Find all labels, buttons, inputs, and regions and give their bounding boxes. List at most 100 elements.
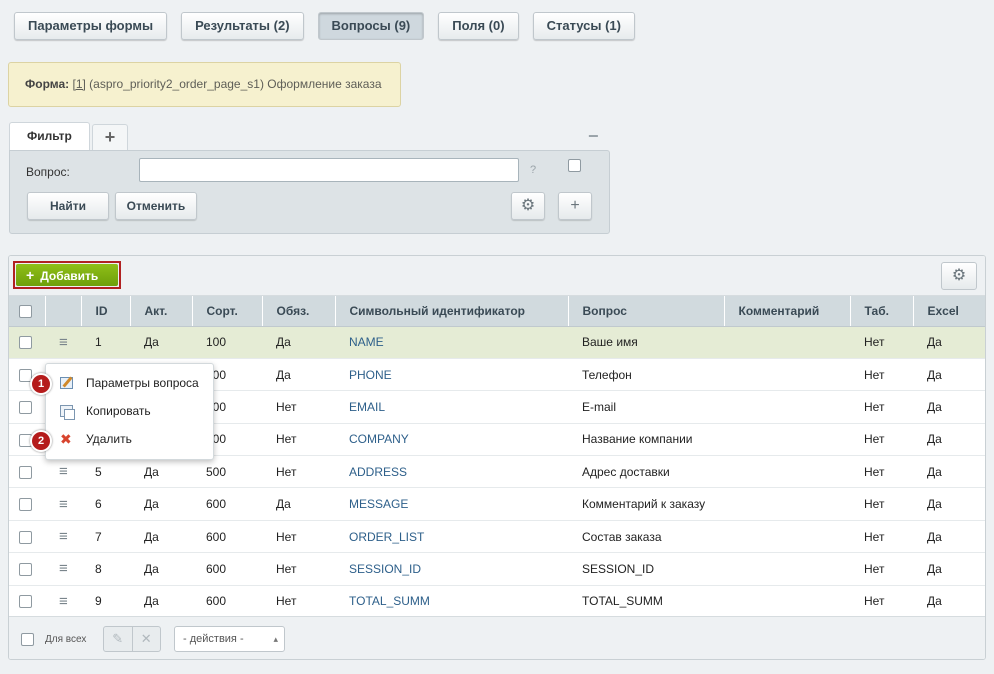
row-checkbox[interactable] [19, 336, 32, 350]
table-row[interactable]: ≡ 6 Да 600 Да MESSAGE Комментарий к заказу Нет Д… [9, 487, 985, 521]
header-tab[interactable]: Таб. [850, 296, 914, 327]
cancel-button[interactable]: Отменить [115, 192, 197, 220]
cell-sort: 600 [192, 520, 262, 554]
cell-code[interactable]: SESSION_ID [335, 552, 568, 586]
table-row[interactable]: ≡ 5 Да 500 Нет ADDRESS Адрес доставки Нет Да [9, 455, 985, 489]
menu-item-copy[interactable]: Копировать [46, 398, 213, 424]
edit-icon [60, 377, 73, 389]
tab-statuses[interactable]: Статусы (1) [532, 12, 635, 40]
hamburger-menu-icon[interactable]: ≡ [59, 334, 68, 351]
cell-code[interactable]: COMPANY [335, 423, 568, 457]
grid-footer: Для всех ✎ ✕ - действия - ▴▾ [9, 616, 985, 659]
cell-id: 9 [81, 585, 130, 619]
cell-required: Нет [262, 423, 335, 457]
cell-code[interactable]: EMAIL [335, 390, 568, 424]
row-menu-cell: ≡ [45, 520, 81, 554]
annotation-marker-1: 1 [30, 373, 52, 395]
cell-sort: 500 [192, 455, 262, 489]
row-context-menu: Параметры вопроса Копировать ✖ Удалить [45, 363, 214, 460]
cell-question: Название компании [568, 423, 724, 457]
tab-fields[interactable]: Поля (0) [438, 12, 519, 40]
cell-active: Да [130, 487, 192, 521]
header-comment[interactable]: Комментарий [724, 296, 851, 327]
help-icon[interactable]: ? [530, 164, 536, 176]
filter-checkbox[interactable] [568, 159, 581, 172]
cell-question: Ваше имя [568, 326, 724, 359]
cell-required: Нет [262, 520, 335, 554]
header-code[interactable]: Символьный идентификатор [335, 296, 569, 327]
row-checkbox[interactable] [19, 563, 32, 577]
header-sort[interactable]: Сорт. [192, 296, 263, 327]
filter-tab[interactable]: Фильтр [9, 122, 90, 150]
row-select-cell [9, 390, 45, 424]
cell-tab: Нет [850, 520, 913, 554]
row-select-cell [9, 487, 45, 521]
add-button[interactable]: + Добавить [13, 261, 121, 289]
row-select-cell [9, 455, 45, 489]
row-checkbox[interactable] [19, 401, 32, 415]
cell-required: Нет [262, 552, 335, 586]
cell-required: Да [262, 358, 335, 392]
cell-sort: 600 [192, 552, 262, 586]
cell-code[interactable]: MESSAGE [335, 487, 568, 521]
cell-code[interactable]: PHONE [335, 358, 568, 392]
menu-item-question-params[interactable]: Параметры вопроса [46, 370, 213, 396]
tab-results[interactable]: Результаты (2) [181, 12, 304, 40]
add-filter-field-button[interactable]: + [558, 192, 592, 220]
question-filter-input[interactable] [139, 158, 519, 182]
row-checkbox[interactable] [19, 595, 32, 609]
cell-question: Состав заказа [568, 520, 724, 554]
find-button[interactable]: Найти [27, 192, 109, 220]
header-excel[interactable]: Excel [913, 296, 985, 327]
header-required[interactable]: Обяз. [262, 296, 336, 327]
table-row[interactable]: ≡ 9 Да 600 Нет TOTAL_SUMM TOTAL_SUMM Нет Да [9, 585, 985, 619]
cell-comment [724, 326, 850, 359]
for-all-checkbox[interactable] [21, 633, 34, 646]
row-checkbox[interactable] [19, 530, 32, 544]
cell-code[interactable]: TOTAL_SUMM [335, 585, 568, 619]
filter-tabs: Фильтр + [9, 122, 129, 150]
cell-code[interactable]: NAME [335, 326, 568, 359]
menu-item-delete[interactable]: ✖ Удалить [46, 426, 213, 452]
header-question[interactable]: Вопрос [568, 296, 725, 327]
cell-comment [724, 358, 850, 392]
select-all-checkbox[interactable] [19, 304, 32, 318]
tab-questions[interactable]: Вопросы (9) [317, 12, 425, 40]
hamburger-menu-icon[interactable]: ≡ [59, 593, 68, 610]
header-active[interactable]: Акт. [130, 296, 193, 327]
cell-excel: Да [913, 423, 985, 457]
cell-code[interactable]: ADDRESS [335, 455, 568, 489]
row-checkbox[interactable] [19, 498, 32, 512]
cell-excel: Да [913, 358, 985, 392]
form-id-link[interactable]: [1] [72, 77, 85, 91]
cell-comment [724, 552, 850, 586]
group-delete-button[interactable]: ✕ [131, 627, 161, 651]
cell-active: Да [130, 585, 192, 619]
filter-minimize-icon[interactable]: − [588, 126, 599, 147]
cell-active: Да [130, 552, 192, 586]
cell-id: 1 [81, 326, 130, 359]
tab-form-params[interactable]: Параметры формы [14, 12, 168, 40]
cell-tab: Нет [850, 326, 913, 359]
filter-settings-button[interactable]: ⚙ [511, 192, 545, 220]
hamburger-menu-icon[interactable]: ≡ [59, 528, 68, 545]
table-row[interactable]: ≡ 8 Да 600 Нет SESSION_ID SESSION_ID Нет Да [9, 552, 985, 586]
table-row[interactable]: ≡ 7 Да 600 Нет ORDER_LIST Состав заказа Нет Да [9, 520, 985, 554]
group-edit-button[interactable]: ✎ [104, 627, 132, 651]
header-id[interactable]: ID [81, 296, 131, 327]
menu-item-label: Удалить [86, 432, 132, 446]
hamburger-menu-icon[interactable]: ≡ [59, 463, 68, 480]
grid-settings-button[interactable]: ⚙ [941, 262, 977, 290]
cell-required: Нет [262, 455, 335, 489]
cell-comment [724, 423, 850, 457]
add-filter-tab-button[interactable]: + [91, 124, 129, 150]
cell-tab: Нет [850, 390, 913, 424]
cell-id: 5 [81, 455, 130, 489]
gear-icon: ⚙ [951, 267, 967, 284]
hamburger-menu-icon[interactable]: ≡ [59, 496, 68, 513]
cell-code[interactable]: ORDER_LIST [335, 520, 568, 554]
table-row[interactable]: ≡ 1 Да 100 Да NAME Ваше имя Нет Да [9, 326, 985, 359]
row-checkbox[interactable] [19, 465, 32, 479]
actions-select[interactable]: - действия - ▴▾ [174, 626, 285, 659]
hamburger-menu-icon[interactable]: ≡ [59, 560, 68, 577]
